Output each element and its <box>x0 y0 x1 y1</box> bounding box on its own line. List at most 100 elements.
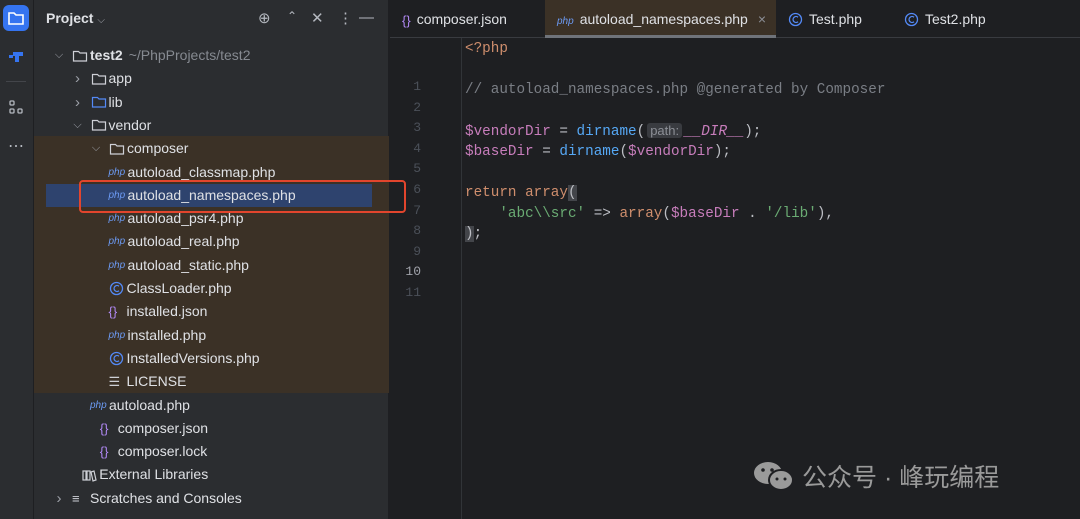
code-token: $baseDir <box>670 205 740 222</box>
line-number: 4 <box>413 140 421 156</box>
scratches-icon: ≡ <box>72 490 80 506</box>
code-token: dirname <box>559 144 620 160</box>
code-token: $baseDir <box>465 144 534 160</box>
more-icon[interactable]: ⋯ <box>3 133 29 159</box>
collapse-all-icon[interactable]: ✕ <box>311 9 324 27</box>
tree-item[interactable]: InstalledVersions.php <box>34 347 389 370</box>
options-icon[interactable]: ⋮ <box>338 9 353 27</box>
library-icon <box>81 463 97 486</box>
code-token: = <box>533 144 560 160</box>
tree-item[interactable]: External Libraries <box>34 463 389 486</box>
tree-item-label: composer <box>127 140 189 157</box>
chevron-down-icon[interactable]: ⌵ <box>72 114 84 137</box>
code-token: __DIR__ <box>684 124 745 141</box>
close-icon[interactable]: × <box>758 11 766 27</box>
json-file-icon: {} <box>99 444 109 460</box>
php-file-icon: php <box>90 399 107 411</box>
line-number: 3 <box>413 120 421 136</box>
tree-item-label: Scratches and Consoles <box>90 489 242 506</box>
folder-icon <box>109 137 125 160</box>
code-token: <?php <box>465 41 508 57</box>
code-token: $vendorDir <box>628 144 714 160</box>
php-class-icon <box>904 12 919 29</box>
tree-item-label: composer.lock <box>117 443 208 460</box>
tree-item-label: installed.json <box>126 303 208 320</box>
code-token: ), <box>816 205 834 222</box>
line-number: 11 <box>405 285 421 300</box>
php-file-icon: php <box>108 259 126 271</box>
tree-item[interactable]: php installed.php <box>34 324 389 347</box>
line-number: 6 <box>413 182 421 197</box>
tree-item[interactable]: {} composer.json <box>34 417 389 440</box>
tree-item[interactable]: ⌵ test2 ~/PhpProjects/test2 <box>34 44 389 67</box>
panel-title[interactable]: Project ⌵ <box>46 10 105 26</box>
tab-test-php[interactable]: Test.php <box>776 0 892 38</box>
tree-item[interactable]: ☰ LICENSE <box>34 370 389 393</box>
code-line: <?php <box>465 39 508 59</box>
plugins-icon[interactable] <box>3 95 29 121</box>
tree-item[interactable]: php autoload.php <box>34 394 389 417</box>
wechat-icon <box>754 462 794 491</box>
php-file-icon: php <box>108 329 126 341</box>
chevron-right-icon[interactable]: › <box>72 67 84 90</box>
tree-item[interactable]: {} installed.json <box>34 300 389 323</box>
php-class-icon <box>788 12 803 29</box>
code-line: return array( <box>465 183 577 203</box>
code-token: 'abc\\src' <box>499 205 586 222</box>
tree-item-text: composer <box>127 137 188 160</box>
tree-item-label: vendor <box>108 116 152 133</box>
project-icon[interactable] <box>3 5 29 31</box>
line-number: 9 <box>413 243 421 259</box>
tree-item-text: app <box>109 67 132 90</box>
tree-item-label: autoload.php <box>109 396 190 413</box>
chevron-down-icon[interactable]: ⌵ <box>90 137 102 160</box>
code-token: ); <box>744 124 762 141</box>
tree-item-label: lib <box>108 93 123 110</box>
tree-item[interactable]: php autoload_static.php <box>34 254 389 277</box>
tree-item-label: ClassLoader.php <box>126 280 232 296</box>
tree-item-label: installed.php <box>127 326 207 343</box>
tree-item[interactable]: ⌵ composer <box>34 137 389 160</box>
tree-item[interactable]: php autoload_real.php <box>34 230 389 253</box>
line-gutter: 1 2 3 4 5 6 7 8 9 10 11 <box>390 38 462 519</box>
line-number: 8 <box>413 223 421 239</box>
divider <box>6 81 26 82</box>
project-path: ~/PhpProjects/test2 <box>128 47 251 63</box>
chevron-right-icon[interactable]: › <box>53 487 65 510</box>
tab-composer-json[interactable]: {} composer.json <box>390 0 545 38</box>
hide-icon[interactable]: — <box>359 9 374 26</box>
tree-item[interactable]: › ≡ Scratches and Consoles <box>34 487 389 510</box>
expand-all-icon[interactable]: ⌃ <box>287 9 297 23</box>
tree-item-text: ClassLoader.php <box>127 277 232 300</box>
watermark: 公众号 · 峰玩编程 <box>752 458 999 494</box>
tree-item-label: app <box>108 70 132 87</box>
tree-item[interactable]: {} composer.lock <box>34 440 389 463</box>
tree-item[interactable]: ⌵ vendor <box>34 114 389 137</box>
json-file-icon: {} <box>99 420 109 436</box>
code-line: $vendorDir = dirname(path: __DIR__); <box>465 121 761 142</box>
code-token: $vendorDir <box>465 124 551 141</box>
structure-icon[interactable] <box>3 44 29 70</box>
code-token: ( <box>662 205 671 222</box>
text-file-icon: ☰ <box>108 374 121 390</box>
tree-item-label: autoload_real.php <box>127 233 240 250</box>
code-line: // autoload_namespaces.php @generated by… <box>465 80 885 100</box>
tree-item[interactable]: › app <box>34 67 389 90</box>
tree-item-text: lib <box>109 91 123 114</box>
tab-autoload_namespaces-php[interactable]: php autoload_namespaces.php × <box>545 0 776 38</box>
chevron-right-icon[interactable]: › <box>72 91 84 114</box>
chevron-down-icon[interactable]: ⌵ <box>53 44 65 67</box>
code-line: $baseDir = dirname($vendorDir); <box>465 142 731 162</box>
line-number: 7 <box>413 202 421 218</box>
locate-icon[interactable]: ⊕ <box>258 9 271 27</box>
tree-item-label: autoload_classmap.php <box>127 163 276 180</box>
tree-item[interactable]: ClassLoader.php <box>34 277 389 300</box>
code-token: => <box>585 205 620 222</box>
watermark-text: 公众号 · 峰玩编程 <box>802 464 1000 492</box>
tab-test2-php[interactable]: Test2.php <box>892 0 1012 38</box>
code-token: ); <box>713 144 732 160</box>
tree-item-text: installed.json <box>127 300 208 323</box>
source-folder-icon <box>91 91 107 114</box>
tree-item[interactable]: › lib <box>34 91 389 114</box>
code-token: . <box>739 205 766 222</box>
